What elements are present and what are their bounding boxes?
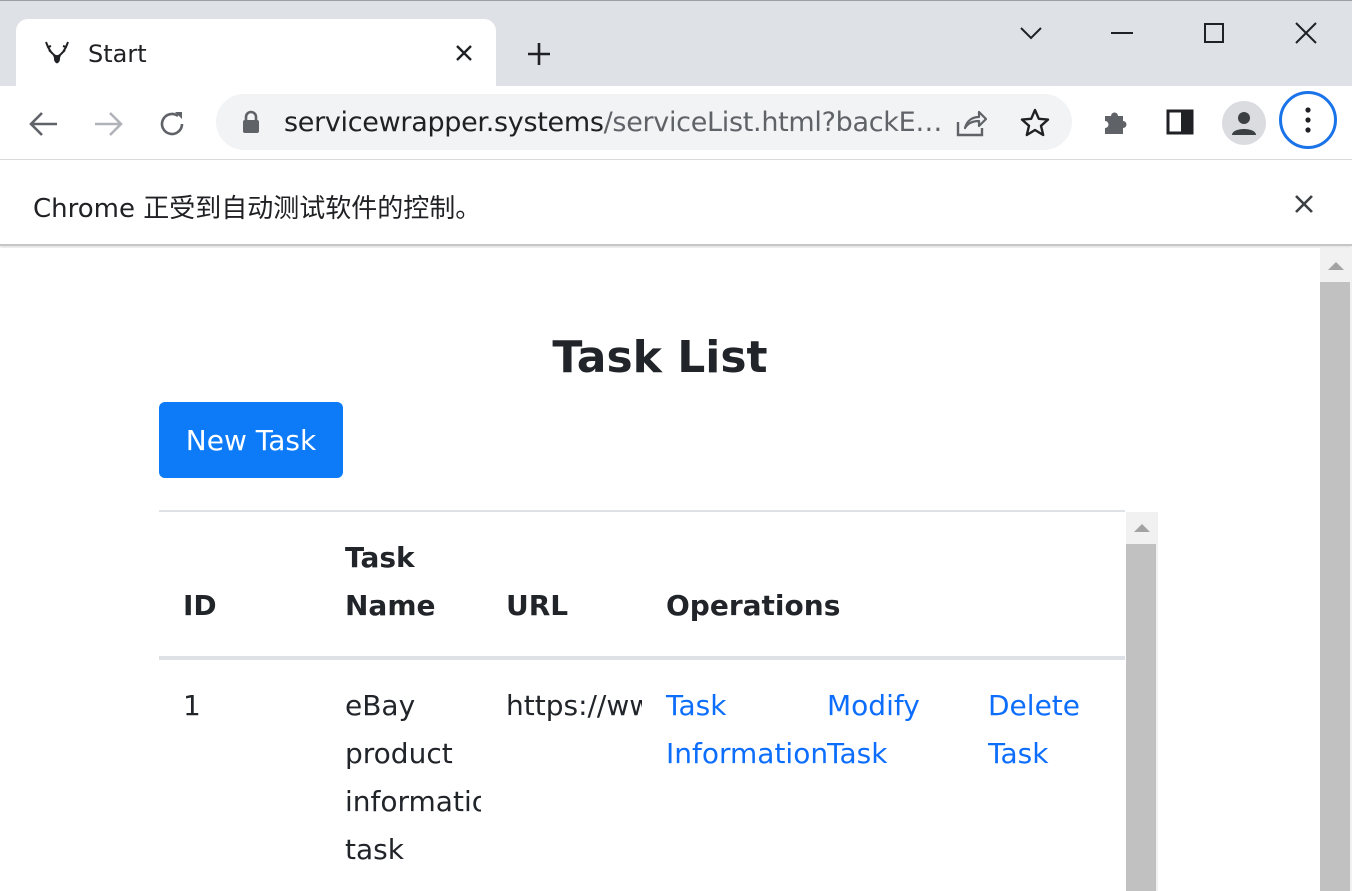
- minimize-icon[interactable]: [1100, 13, 1144, 53]
- share-icon[interactable]: [954, 106, 988, 140]
- infobar-close-icon[interactable]: [1288, 188, 1320, 220]
- cell-url: https://www.ebay.com: [506, 689, 642, 722]
- side-panel-icon[interactable]: [1160, 102, 1200, 142]
- extensions-puzzle-icon[interactable]: [1096, 102, 1136, 142]
- cell-id: 1: [183, 689, 201, 722]
- tab-title: Start: [88, 40, 147, 68]
- browser-window: Start servicewrapper.systems/serviceList…: [0, 0, 1352, 891]
- new-task-button[interactable]: New Task: [159, 402, 343, 478]
- col-header-task-name: Task Name: [345, 541, 436, 622]
- page-viewport: Task List New Task ID Task Name URL Oper…: [0, 248, 1352, 891]
- col-header-operations: Operations: [666, 589, 841, 622]
- col-header-url: URL: [506, 589, 569, 622]
- address-bar[interactable]: servicewrapper.systems/serviceList.html?…: [216, 94, 1072, 150]
- automation-infobar: Chrome 正受到自动测试软件的控制。: [0, 160, 1352, 246]
- table-scrollbar[interactable]: [1126, 512, 1158, 891]
- col-header-id: ID: [183, 589, 217, 622]
- delete-task-link[interactable]: Delete Task: [988, 682, 1118, 778]
- table-top-border: [159, 510, 1125, 512]
- url-text[interactable]: servicewrapper.systems/serviceList.html?…: [284, 107, 942, 138]
- task-information-link[interactable]: Task Information: [666, 682, 828, 778]
- forward-arrow-icon[interactable]: [88, 104, 128, 144]
- cell-task-name: eBay product information task: [345, 689, 481, 866]
- page-title: Task List: [552, 332, 768, 383]
- modify-task-link[interactable]: Modify Task: [827, 682, 967, 778]
- lock-icon[interactable]: [240, 110, 262, 134]
- browser-toolbar: servicewrapper.systems/serviceList.html?…: [0, 86, 1352, 160]
- tab-search-chevron-down-icon[interactable]: [1009, 13, 1053, 53]
- infobar-text: Chrome 正受到自动测试软件的控制。: [33, 194, 482, 224]
- close-window-icon[interactable]: [1284, 13, 1328, 53]
- scroll-up-arrow-icon[interactable]: [1134, 524, 1150, 532]
- menu-kebab-icon[interactable]: [1279, 91, 1337, 149]
- tab-strip: Start: [0, 0, 1352, 87]
- tab-close-icon[interactable]: [450, 39, 478, 67]
- page-scrollbar-thumb[interactable]: [1320, 282, 1350, 891]
- back-arrow-icon[interactable]: [24, 104, 64, 144]
- profile-avatar-icon[interactable]: [1222, 101, 1266, 145]
- table-header-divider: [159, 656, 1125, 660]
- reload-icon[interactable]: [152, 104, 192, 144]
- bookmark-star-icon[interactable]: [1018, 106, 1052, 140]
- tab-start[interactable]: Start: [16, 19, 496, 87]
- table-scrollbar-thumb[interactable]: [1126, 544, 1156, 891]
- page-scrollbar[interactable]: [1320, 248, 1352, 891]
- maximize-icon[interactable]: [1192, 13, 1236, 53]
- page-scroll-up-arrow-icon[interactable]: [1328, 262, 1344, 270]
- deer-favicon-icon: [44, 39, 70, 65]
- new-tab-icon[interactable]: [522, 37, 556, 71]
- task-table: ID Task Name URL Operations 1 eBay produ…: [159, 510, 1158, 891]
